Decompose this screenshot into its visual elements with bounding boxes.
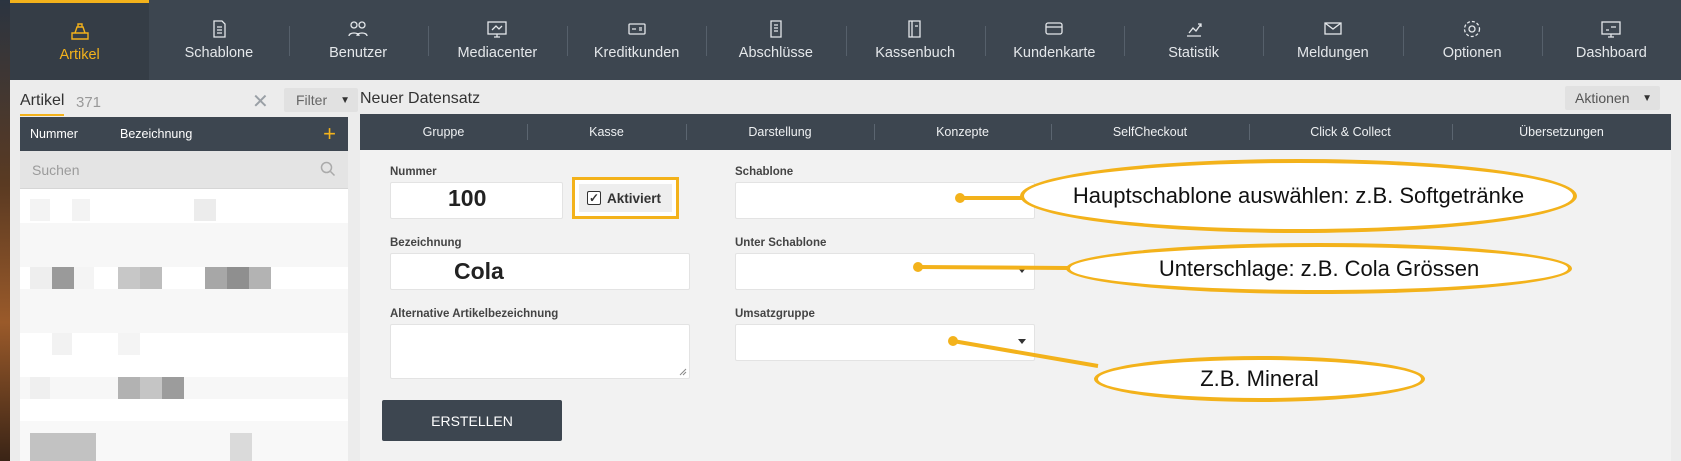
- schablone-select[interactable]: [735, 182, 1035, 219]
- nav-label: Dashboard: [1575, 45, 1647, 61]
- book-icon: [908, 20, 921, 38]
- resize-handle-icon[interactable]: [679, 368, 687, 376]
- column-header-bezeichnung[interactable]: Bezeichnung: [120, 127, 192, 141]
- sidebar-header: Artikel 371 ✕ Filter ▼: [20, 88, 358, 116]
- nummer-label: Nummer: [390, 166, 437, 178]
- nav-item-mediacenter[interactable]: Mediacenter: [427, 0, 567, 80]
- unter-schablone-label: Unter Schablone: [735, 237, 827, 249]
- search-icon: [320, 161, 336, 177]
- nav-label: Benutzer: [329, 45, 388, 61]
- list-item[interactable]: [20, 267, 348, 289]
- dashboard-icon: [1601, 21, 1622, 38]
- list-item[interactable]: [20, 199, 348, 221]
- annotation-callout-umsatzgruppe: Z.B. Mineral: [1094, 356, 1425, 402]
- nav-item-kundenkarte[interactable]: Kundenkarte: [984, 0, 1124, 80]
- nav-item-benutzer[interactable]: Benutzer: [288, 0, 428, 80]
- actions-button[interactable]: Aktionen ▼: [1565, 86, 1660, 110]
- annotation-callout-schablone: Hauptschablone auswählen: z.B. Softgeträ…: [1020, 159, 1577, 233]
- actions-label: Aktionen: [1575, 90, 1630, 106]
- list-item[interactable]: [20, 377, 348, 399]
- nav-item-kreditkunden[interactable]: Kreditkunden: [567, 0, 706, 80]
- nummer-value: 100: [448, 185, 487, 211]
- umsatzgruppe-select[interactable]: [735, 324, 1035, 361]
- aktiviert-highlight: ✓ Aktiviert: [572, 177, 679, 219]
- monitor-icon: [487, 21, 508, 38]
- bezeichnung-field[interactable]: Cola: [390, 253, 690, 290]
- column-header-nummer[interactable]: Nummer: [30, 127, 78, 141]
- nav-label: Statistik: [1168, 45, 1219, 61]
- form-title: Neuer Datensatz: [360, 90, 481, 107]
- users-icon: [348, 21, 368, 37]
- nav-label: Kassenbuch: [875, 45, 956, 61]
- form-tabs: Gruppe Kasse Darstellung Konzepte SelfCh…: [360, 114, 1671, 150]
- document-icon: [213, 20, 226, 38]
- bezeichnung-label: Bezeichnung: [390, 237, 462, 249]
- nav-item-schablone[interactable]: Schablone: [149, 0, 288, 80]
- caret-down-icon: ▼: [340, 94, 350, 106]
- unter-schablone-select[interactable]: [735, 253, 1035, 290]
- nav-label: Abschlüsse: [738, 45, 813, 61]
- nummer-field[interactable]: 100: [390, 182, 563, 219]
- list-item[interactable]: [20, 421, 348, 461]
- sidebar-title: Artikel: [20, 92, 65, 116]
- card-icon: [627, 23, 646, 35]
- nav-item-abschluesse[interactable]: Abschlüsse: [706, 0, 845, 80]
- nav-label: Artikel: [59, 46, 100, 63]
- receipt-icon: [770, 20, 782, 38]
- nav-label: Optionen: [1442, 45, 1502, 61]
- alt-bezeichnung-label: Alternative Artikelbezeichnung: [390, 308, 559, 320]
- list-item[interactable]: [20, 289, 348, 333]
- nav-item-dashboard[interactable]: Dashboard: [1541, 0, 1681, 80]
- checkmark-icon: ✓: [587, 191, 601, 205]
- add-icon[interactable]: +: [323, 121, 336, 147]
- aktiviert-checkbox[interactable]: ✓ Aktiviert: [579, 184, 672, 212]
- caret-down-icon: [1018, 268, 1026, 273]
- gear-icon: [1463, 20, 1481, 38]
- tab-uebersetzungen[interactable]: Übersetzungen: [1452, 114, 1671, 150]
- search-input[interactable]: Suchen: [20, 151, 348, 189]
- article-list: [20, 189, 348, 461]
- caret-down-icon: [1018, 339, 1026, 344]
- tab-konzepte[interactable]: Konzepte: [874, 114, 1051, 150]
- tab-kasse[interactable]: Kasse: [527, 114, 686, 150]
- nav-item-artikel[interactable]: Artikel: [10, 0, 150, 80]
- caret-down-icon: ▼: [1642, 92, 1652, 104]
- nav-label: Schablone: [184, 45, 254, 61]
- cash-register-icon: [70, 22, 89, 40]
- annotation-callout-unter-schablone: Unterschlage: z.B. Cola Grössen: [1066, 243, 1572, 294]
- nav-item-kassenbuch[interactable]: Kassenbuch: [845, 0, 985, 80]
- list-header: Nummer Bezeichnung +: [20, 117, 348, 151]
- alt-bezeichnung-textarea[interactable]: [390, 324, 690, 379]
- nav-label: Meldungen: [1297, 45, 1369, 61]
- envelope-icon: [1324, 22, 1342, 35]
- nav-label: Kundenkarte: [1013, 45, 1096, 61]
- clear-filter-icon[interactable]: ✕: [252, 89, 269, 114]
- create-button[interactable]: ERSTELLEN: [382, 400, 562, 441]
- nav-label: Mediacenter: [457, 45, 538, 61]
- customer-card-icon: [1045, 22, 1064, 35]
- bezeichnung-value: Cola: [454, 258, 504, 284]
- search-placeholder: Suchen: [32, 162, 80, 178]
- umsatzgruppe-label: Umsatzgruppe: [735, 308, 815, 320]
- desktop-background-edge: [0, 0, 10, 461]
- nav-item-meldungen[interactable]: Meldungen: [1263, 0, 1402, 80]
- tab-click-collect[interactable]: Click & Collect: [1249, 114, 1452, 150]
- tab-darstellung[interactable]: Darstellung: [686, 114, 874, 150]
- list-item[interactable]: [20, 223, 348, 267]
- chart-hand-icon: [1186, 23, 1202, 37]
- filter-button[interactable]: Filter ▼: [284, 88, 358, 112]
- filter-label: Filter: [296, 92, 328, 108]
- nav-label: Kreditkunden: [593, 45, 680, 61]
- list-item[interactable]: [20, 333, 348, 355]
- top-navigation: Artikel Schablone Benutzer Mediacenter K…: [10, 0, 1681, 80]
- nav-item-optionen[interactable]: Optionen: [1402, 0, 1542, 80]
- tab-selfcheckout[interactable]: SelfCheckout: [1051, 114, 1249, 150]
- schablone-label: Schablone: [735, 166, 794, 178]
- sidebar-count: 371: [76, 94, 102, 111]
- tab-gruppe[interactable]: Gruppe: [360, 114, 527, 150]
- aktiviert-label: Aktiviert: [607, 190, 662, 206]
- nav-item-statistik[interactable]: Statistik: [1124, 0, 1263, 80]
